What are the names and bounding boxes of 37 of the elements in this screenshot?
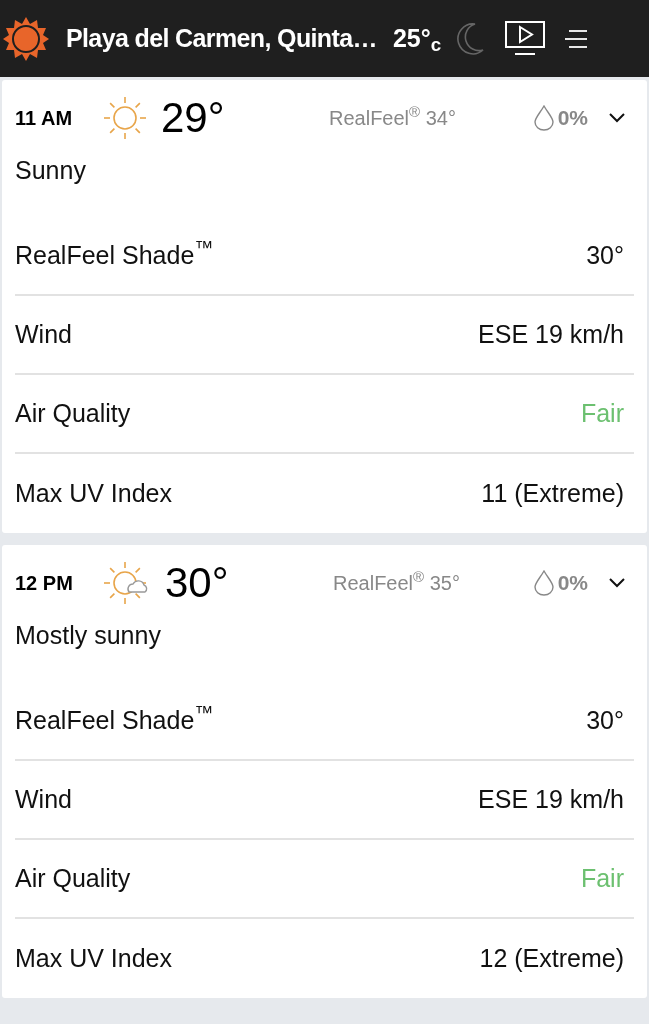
temperature: 29° bbox=[161, 93, 226, 143]
detail-value: ESE 19 km/h bbox=[478, 318, 624, 350]
detail-value: Fair bbox=[580, 397, 624, 429]
menu-icon[interactable] bbox=[565, 27, 588, 50]
precipitation-value: 0% bbox=[557, 104, 588, 131]
current-temperature: 25°$_{c}$ bbox=[392, 22, 442, 58]
detail-label: RealFeel Shade$^{™}$ bbox=[15, 236, 214, 271]
hour-label: 12 PM bbox=[15, 570, 74, 596]
realfeel-text: RealFeel$^{®}$ 35° bbox=[333, 567, 460, 596]
condition-text: Sunny bbox=[15, 155, 86, 187]
sun-icon bbox=[103, 95, 147, 140]
moon-icon bbox=[455, 21, 486, 56]
detail-value: 30° bbox=[586, 704, 624, 736]
detail-value: 11 (Extreme) bbox=[481, 477, 624, 509]
detail-label: Wind bbox=[15, 318, 72, 350]
chevron-down-icon[interactable] bbox=[608, 111, 626, 124]
raindrop-icon bbox=[533, 569, 554, 596]
condition-text: Mostly sunny bbox=[15, 620, 161, 652]
realfeel-text: RealFeel$^{®}$ 34° bbox=[329, 102, 456, 131]
detail-label: Air Quality bbox=[15, 862, 131, 894]
video-icon[interactable] bbox=[505, 20, 546, 57]
detail-value: 12 (Extreme) bbox=[479, 942, 624, 974]
hour-label: 11 AM bbox=[15, 105, 74, 131]
detail-label: Wind bbox=[15, 783, 72, 815]
raindrop-icon bbox=[533, 104, 554, 131]
sun-logo-icon[interactable] bbox=[3, 15, 49, 62]
temperature: 30° bbox=[165, 558, 230, 608]
detail-value: 30° bbox=[586, 239, 624, 271]
detail-label: Max UV Index bbox=[15, 942, 172, 974]
chevron-down-icon[interactable] bbox=[608, 576, 626, 589]
detail-value: ESE 19 km/h bbox=[478, 783, 624, 815]
detail-label: Max UV Index bbox=[15, 477, 172, 509]
detail-value: Fair bbox=[580, 862, 624, 894]
precipitation-value: 0% bbox=[557, 569, 588, 596]
detail-label: RealFeel Shade$^{™}$ bbox=[15, 701, 214, 736]
location-title[interactable]: Playa del Carmen, Quinta… bbox=[66, 19, 377, 58]
detail-label: Air Quality bbox=[15, 397, 131, 429]
